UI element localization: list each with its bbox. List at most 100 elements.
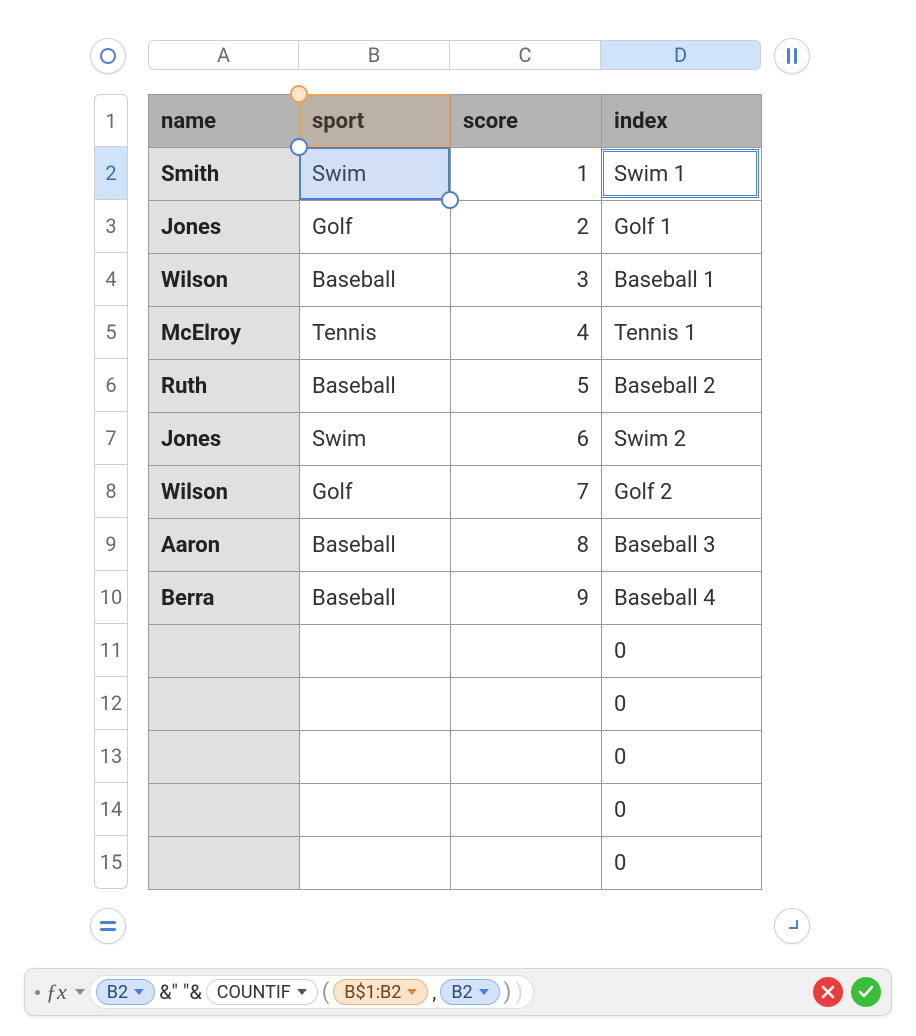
- cell-B10[interactable]: Baseball: [300, 572, 451, 625]
- cell-A14[interactable]: [149, 784, 300, 837]
- cell-A13[interactable]: [149, 731, 300, 784]
- header-sport[interactable]: sport: [300, 95, 451, 148]
- row-header-13[interactable]: 13: [94, 730, 128, 783]
- cell-A10[interactable]: Berra: [149, 572, 300, 625]
- cell-C15[interactable]: [451, 837, 602, 890]
- row-header-9[interactable]: 9: [94, 518, 128, 571]
- cell-B8[interactable]: Golf: [300, 466, 451, 519]
- cell-C6[interactable]: 5: [451, 360, 602, 413]
- fx-menu[interactable]: ƒx: [35, 979, 85, 1005]
- spreadsheet-grid[interactable]: name sport score index Smith Swim 1 Swim…: [148, 94, 762, 890]
- cell-C10[interactable]: 9: [451, 572, 602, 625]
- cell-B15[interactable]: [300, 837, 451, 890]
- row-header-1[interactable]: 1: [94, 94, 128, 147]
- cell-A6[interactable]: Ruth: [149, 360, 300, 413]
- cell-A11[interactable]: [149, 625, 300, 678]
- cancel-button[interactable]: [813, 977, 843, 1007]
- cell-B11[interactable]: [300, 625, 451, 678]
- cell-C12[interactable]: [451, 678, 602, 731]
- cell-D15[interactable]: 0: [602, 837, 762, 890]
- range-handle-bottom-right[interactable]: [441, 191, 459, 209]
- row-header-10[interactable]: 10: [94, 571, 128, 624]
- table-row: Aaron Baseball 8 Baseball 3: [149, 519, 762, 572]
- cell-C8[interactable]: 7: [451, 466, 602, 519]
- cell-C7[interactable]: 6: [451, 413, 602, 466]
- cell-B9[interactable]: Baseball: [300, 519, 451, 572]
- accept-button[interactable]: [851, 977, 881, 1007]
- cell-A5[interactable]: McElroy: [149, 307, 300, 360]
- cell-B14[interactable]: [300, 784, 451, 837]
- cell-A15[interactable]: [149, 837, 300, 890]
- cell-D8[interactable]: Golf 2: [602, 466, 762, 519]
- cell-C13[interactable]: [451, 731, 602, 784]
- cell-D2[interactable]: Swim 1: [602, 148, 762, 201]
- formula-input[interactable]: B2 &" "& COUNTIF ( B$1:B2 , B2 ) ): [89, 975, 534, 1009]
- row-header-4[interactable]: 4: [94, 253, 128, 306]
- cell-C3[interactable]: 2: [451, 201, 602, 254]
- cell-D7[interactable]: Swim 2: [602, 413, 762, 466]
- cell-B12[interactable]: [300, 678, 451, 731]
- cell-A2[interactable]: Smith: [149, 148, 300, 201]
- column-header-B[interactable]: B: [299, 40, 450, 70]
- row-header-5[interactable]: 5: [94, 306, 128, 359]
- cell-B3[interactable]: Golf: [300, 201, 451, 254]
- cell-A3[interactable]: Jones: [149, 201, 300, 254]
- formula-token-ref1[interactable]: B2: [96, 979, 155, 1005]
- cell-D3[interactable]: Golf 1: [602, 201, 762, 254]
- row-header-2[interactable]: 2: [94, 147, 128, 200]
- row-header-7[interactable]: 7: [94, 412, 128, 465]
- cell-C11[interactable]: [451, 625, 602, 678]
- cell-A8[interactable]: Wilson: [149, 466, 300, 519]
- formula-token-arg1[interactable]: B$1:B2: [333, 979, 428, 1005]
- chevron-down-icon: [479, 989, 489, 995]
- cell-D4[interactable]: Baseball 1: [602, 254, 762, 307]
- cell-D5[interactable]: Tennis 1: [602, 307, 762, 360]
- cell-B7[interactable]: Swim: [300, 413, 451, 466]
- cell-B4[interactable]: Baseball: [300, 254, 451, 307]
- header-name[interactable]: name: [149, 95, 300, 148]
- row-header-11[interactable]: 11: [94, 624, 128, 677]
- row-header-15[interactable]: 15: [94, 836, 128, 889]
- cell-D9[interactable]: Baseball 3: [602, 519, 762, 572]
- header-score[interactable]: score: [451, 95, 602, 148]
- cell-C4[interactable]: 3: [451, 254, 602, 307]
- cell-A12[interactable]: [149, 678, 300, 731]
- range-handle-mid-left[interactable]: [290, 138, 308, 156]
- formula-token-function[interactable]: COUNTIF: [206, 979, 318, 1005]
- row-header-6[interactable]: 6: [94, 359, 128, 412]
- cell-B13[interactable]: [300, 731, 451, 784]
- cell-A7[interactable]: Jones: [149, 413, 300, 466]
- columns-handle-button[interactable]: [774, 38, 810, 74]
- cell-A9[interactable]: Aaron: [149, 519, 300, 572]
- cell-A4[interactable]: Wilson: [149, 254, 300, 307]
- cell-B2[interactable]: Swim: [300, 148, 451, 201]
- cell-C9[interactable]: 8: [451, 519, 602, 572]
- cell-B5[interactable]: Tennis: [300, 307, 451, 360]
- formula-token-arg2[interactable]: B2: [440, 979, 499, 1005]
- cell-D10[interactable]: Baseball 4: [602, 572, 762, 625]
- row-header-12[interactable]: 12: [94, 677, 128, 730]
- row-header-8[interactable]: 8: [94, 465, 128, 518]
- formula-bar: ƒx B2 &" "& COUNTIF ( B$1:B2 , B2 ) ): [24, 968, 892, 1016]
- table-row: 0: [149, 678, 762, 731]
- cell-C2[interactable]: 1: [451, 148, 602, 201]
- cell-D13[interactable]: 0: [602, 731, 762, 784]
- column-header-A[interactable]: A: [148, 40, 299, 70]
- cell-C14[interactable]: [451, 784, 602, 837]
- cell-D14[interactable]: 0: [602, 784, 762, 837]
- column-header-D[interactable]: D: [601, 40, 761, 70]
- row-header-3[interactable]: 3: [94, 200, 128, 253]
- range-handle-top-left[interactable]: [290, 85, 308, 103]
- table-origin-button[interactable]: [90, 38, 126, 74]
- table-row: 0: [149, 625, 762, 678]
- rows-handle-button[interactable]: [90, 908, 126, 944]
- cell-D6[interactable]: Baseball 2: [602, 360, 762, 413]
- cell-C5[interactable]: 4: [451, 307, 602, 360]
- row-header-14[interactable]: 14: [94, 783, 128, 836]
- header-index[interactable]: index: [602, 95, 762, 148]
- column-header-C[interactable]: C: [450, 40, 601, 70]
- table-resize-button[interactable]: [774, 908, 810, 944]
- cell-B6[interactable]: Baseball: [300, 360, 451, 413]
- cell-D11[interactable]: 0: [602, 625, 762, 678]
- cell-D12[interactable]: 0: [602, 678, 762, 731]
